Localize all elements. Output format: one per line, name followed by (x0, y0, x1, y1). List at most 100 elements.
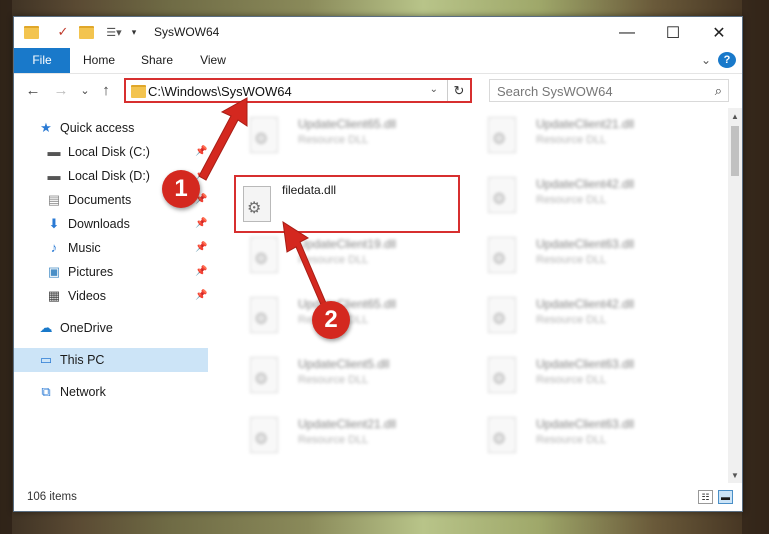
computer-icon: ▭ (39, 352, 53, 367)
sidebar-item-downloads[interactable]: ⬇ Downloads 📌 (14, 212, 208, 236)
file-tile[interactable]: ⚙ UpdateClient21.dll Resource DLL (236, 408, 466, 464)
close-button[interactable]: ✕ (696, 17, 742, 48)
vertical-scrollbar[interactable]: ▲ ▼ (728, 108, 742, 483)
dll-file-icon: ⚙ (250, 417, 278, 453)
file-tile[interactable]: ⚙ UpdateClient42.dll Resource DLL (474, 288, 704, 344)
sidebar-item-onedrive[interactable]: ☁ OneDrive (14, 316, 208, 340)
forward-button[interactable]: → (53, 83, 69, 99)
file-name: UpdateClient5.dll (298, 357, 390, 371)
search-icon: ⌕ (714, 83, 722, 98)
file-tile[interactable]: ⚙ UpdateClient21.dll Resource DLL (474, 108, 704, 164)
maximize-button[interactable]: ☐ (650, 17, 696, 48)
star-icon: ★ (40, 120, 52, 135)
help-icon[interactable]: ? (718, 52, 736, 68)
title-bar: ✓ ☰▾ ▾ SysWOW64 — ☐ ✕ (14, 17, 742, 48)
file-description: Resource DLL (536, 434, 607, 446)
scroll-down-icon[interactable]: ▼ (728, 469, 742, 483)
file-tile[interactable]: ⚙ UpdateClient65.dll Resource DLL (236, 108, 466, 164)
pin-icon: 📌 (195, 146, 208, 157)
step-2-badge: 2 (312, 301, 350, 339)
address-path[interactable]: C:\Windows\SysWOW64 (148, 84, 292, 99)
documents-icon: ▤ (47, 192, 61, 207)
sidebar-item-label: Pictures (68, 265, 114, 279)
file-tile[interactable]: ⚙ UpdateClient19.dll Resource DLL (236, 228, 466, 284)
dll-file-icon: ⚙ (250, 357, 278, 393)
pin-icon: 📌 (195, 290, 208, 301)
tab-file[interactable]: File (14, 48, 70, 73)
sidebar-item-videos[interactable]: ▦ Videos 📌 (14, 284, 208, 308)
window-title: SysWOW64 (154, 25, 220, 39)
tab-view[interactable]: View (190, 48, 236, 73)
file-description: Resource DLL (298, 434, 369, 446)
dll-file-icon: ⚙ (488, 417, 516, 453)
folder-icon (23, 24, 39, 40)
step-1-badge: 1 (162, 170, 200, 208)
sidebar-item-network[interactable]: ⧉ Network (14, 380, 208, 404)
file-description: Resource DLL (536, 194, 607, 206)
back-button[interactable]: ← (25, 83, 41, 99)
scrollbar-thumb[interactable] (731, 126, 739, 176)
dll-file-icon: ⚙ (250, 237, 278, 273)
sidebar-item-label: Network (60, 385, 106, 399)
pin-icon: 📌 (195, 266, 208, 277)
pin-icon: 📌 (195, 218, 208, 229)
sidebar-item-label: Documents (68, 193, 132, 207)
chevron-down-icon[interactable]: ⌄ (430, 84, 438, 95)
file-list: ⚙ UpdateClient65.dll Resource DLL ⚙ Upda… (220, 108, 728, 483)
dll-file-icon: ⚙ (243, 186, 271, 222)
background-trunk (742, 0, 769, 534)
sidebar-item-label: Downloads (68, 217, 130, 231)
refresh-button[interactable]: ↻ (447, 80, 470, 101)
dll-file-icon: ⚙ (488, 357, 516, 393)
cloud-icon: ☁ (39, 320, 53, 335)
folder-icon (131, 85, 146, 98)
file-tile[interactable]: ⚙ UpdateClient42.dll Resource DLL (474, 168, 704, 224)
file-tile[interactable]: ⚙ UpdateClient63.dll Resource DLL (474, 408, 704, 464)
expand-ribbon-icon[interactable]: ⌄ (698, 48, 714, 73)
tab-share[interactable]: Share (134, 48, 180, 73)
ribbon: File Home Share View ⌄ ? (14, 48, 742, 74)
sidebar-item-local-disk-c[interactable]: ▬ Local Disk (C:) 📌 (14, 140, 208, 164)
item-count: 106 items (27, 491, 77, 503)
details-view-icon[interactable]: ☷ (698, 490, 713, 504)
file-tile[interactable]: ⚙ UpdateClient63.dll Resource DLL (474, 348, 704, 404)
file-name: UpdateClient65.dll (298, 117, 397, 131)
dll-file-icon: ⚙ (488, 297, 516, 333)
navigation-pane: ★ Quick access ▬ Local Disk (C:) 📌 ▬ Loc… (14, 108, 208, 483)
scroll-up-icon[interactable]: ▲ (728, 110, 742, 124)
sidebar-item-label: Quick access (60, 121, 135, 135)
file-name: UpdateClient21.dll (298, 417, 397, 431)
toolbar-dropdown-icon[interactable]: ▾ (128, 24, 140, 40)
drive-icon: ▬ (47, 168, 61, 183)
recent-locations-button[interactable]: ⌄ (77, 83, 93, 99)
file-description: Resource DLL (536, 254, 607, 266)
new-folder-icon[interactable] (78, 24, 94, 40)
minimize-button[interactable]: — (604, 17, 650, 48)
file-tile-filedata[interactable]: ⚙ filedata.dll (234, 175, 460, 233)
sidebar-item-quick-access[interactable]: ★ Quick access (14, 116, 208, 140)
dll-file-icon: ⚙ (250, 117, 278, 153)
customize-toolbar-icon[interactable]: ☰▾ (100, 24, 128, 40)
sidebar-item-label: Videos (68, 289, 106, 303)
sidebar-item-pictures[interactable]: ▣ Pictures 📌 (14, 260, 208, 284)
file-name: UpdateClient19.dll (298, 237, 397, 251)
background-trunk (0, 0, 12, 534)
tab-home[interactable]: Home (76, 48, 122, 73)
videos-icon: ▦ (47, 288, 61, 303)
properties-icon[interactable]: ✓ (55, 24, 71, 40)
sidebar-item-music[interactable]: ♪ Music 📌 (14, 236, 208, 260)
up-button[interactable]: ↑ (98, 83, 114, 99)
file-tile[interactable]: ⚙ UpdateClient63.dll Resource DLL (474, 228, 704, 284)
large-icons-view-icon[interactable]: ▬ (718, 490, 733, 504)
search-input[interactable]: Search SysWOW64 ⌕ (489, 79, 729, 102)
pin-icon: 📌 (195, 242, 208, 253)
sidebar-item-label: Music (68, 241, 101, 255)
file-name: UpdateClient42.dll (536, 177, 635, 191)
sidebar-item-this-pc[interactable]: ▭ This PC (14, 348, 208, 372)
file-name: UpdateClient63.dll (536, 357, 635, 371)
dll-file-icon: ⚙ (488, 117, 516, 153)
explorer-window: ✓ ☰▾ ▾ SysWOW64 — ☐ ✕ File Home Share Vi… (13, 16, 743, 512)
address-bar[interactable]: C:\Windows\SysWOW64 ⌄ ↻ (124, 78, 472, 103)
file-tile[interactable]: ⚙ UpdateClient65.dll Resource DLL (236, 288, 466, 344)
file-tile[interactable]: ⚙ UpdateClient5.dll Resource DLL (236, 348, 466, 404)
